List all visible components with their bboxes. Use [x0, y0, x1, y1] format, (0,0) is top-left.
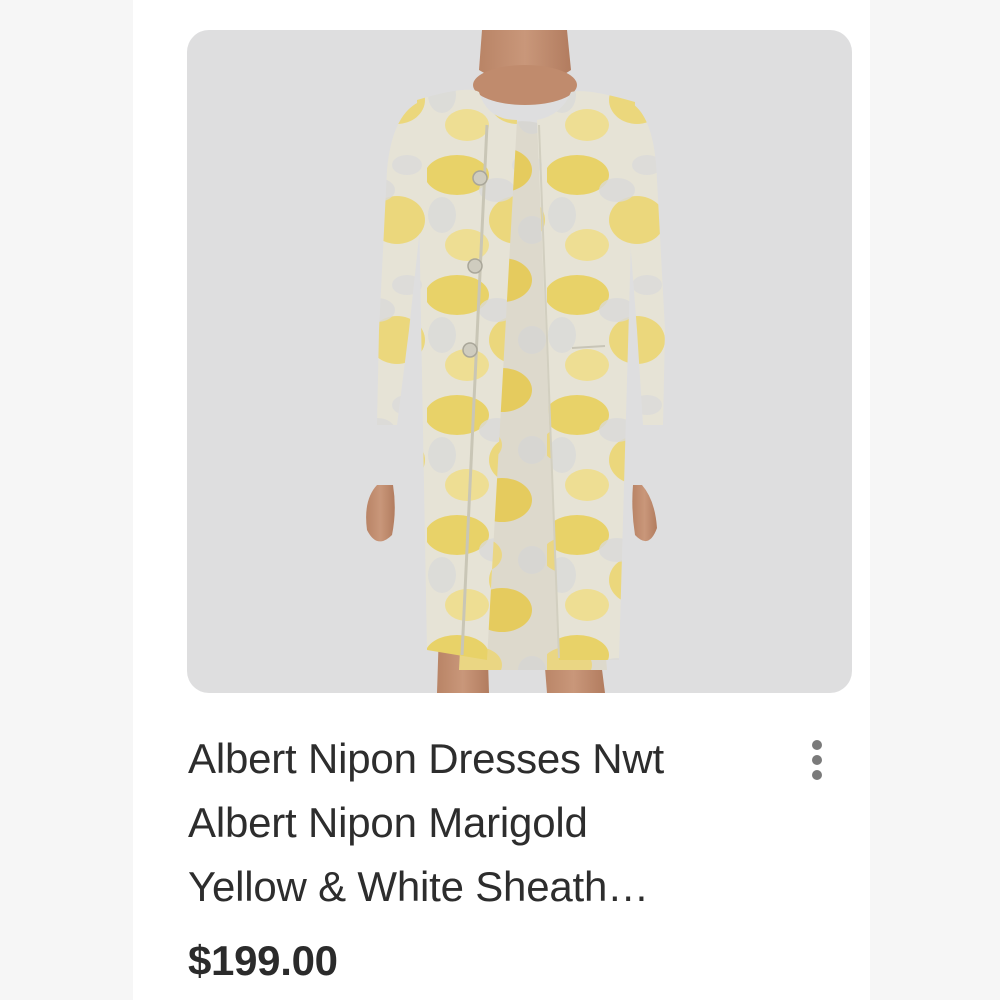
more-vertical-icon	[812, 740, 822, 750]
left-margin	[0, 0, 133, 1000]
product-title[interactable]: Albert Nipon Dresses Nwt Albert Nipon Ma…	[188, 727, 758, 919]
product-title-line-2: Albert Nipon Marigold	[188, 799, 588, 846]
product-price: $199.00	[188, 937, 338, 984]
product-image[interactable]	[187, 30, 852, 693]
product-photo-illustration	[366, 30, 665, 693]
product-card[interactable]: Albert Nipon Dresses Nwt Albert Nipon Ma…	[133, 0, 870, 1000]
more-vertical-icon-dot	[812, 770, 822, 780]
right-margin	[870, 0, 1000, 1000]
more-options-button[interactable]	[797, 734, 837, 786]
product-title-line-3: Yellow & White Sheath…	[188, 863, 649, 910]
more-vertical-icon-dot	[812, 755, 822, 765]
product-title-line-1: Albert Nipon Dresses Nwt	[188, 735, 665, 782]
